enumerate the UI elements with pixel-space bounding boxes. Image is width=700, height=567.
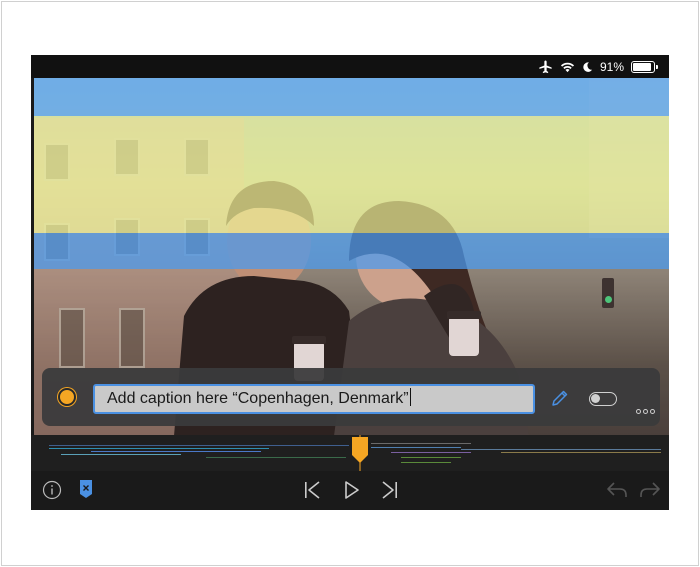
caption-input[interactable]: Add caption here “Copenhagen, Denmark”: [93, 384, 535, 414]
app-window: 91% Add caption here “Copenhagen, Denmar…: [31, 55, 669, 510]
airplane-icon: [539, 60, 552, 73]
status-bar: 91%: [31, 55, 669, 78]
battery-percent: 91%: [599, 59, 624, 74]
overlay-band-blue-top: [34, 78, 669, 116]
overlay-band-yellow: [34, 116, 669, 233]
undo-icon[interactable]: [606, 481, 628, 499]
battery-level: [633, 62, 652, 71]
moon-icon: [583, 61, 593, 72]
caption-color-button[interactable]: [58, 388, 76, 406]
play-icon[interactable]: [343, 480, 361, 500]
playhead-handle[interactable]: [350, 435, 370, 471]
more-options-icon[interactable]: [636, 406, 658, 416]
caption-text: Add caption here “Copenhagen, Denmark”: [107, 390, 409, 407]
marker-icon[interactable]: [79, 479, 93, 499]
caption-toggle[interactable]: [589, 392, 617, 406]
caption-editor: Add caption here “Copenhagen, Denmark”: [42, 368, 660, 426]
skip-forward-icon[interactable]: [381, 480, 399, 500]
timeline[interactable]: [31, 435, 669, 471]
playback-controls: [31, 471, 669, 510]
status-icons: 91%: [538, 59, 658, 74]
wifi-icon: [560, 62, 575, 72]
pencil-icon[interactable]: [550, 388, 570, 408]
skip-back-icon[interactable]: [303, 480, 321, 500]
overlay-band-blue-middle: [34, 233, 669, 269]
battery-icon: [631, 60, 658, 73]
redo-icon[interactable]: [639, 481, 661, 499]
text-cursor: [409, 388, 411, 406]
info-icon[interactable]: [42, 480, 62, 500]
